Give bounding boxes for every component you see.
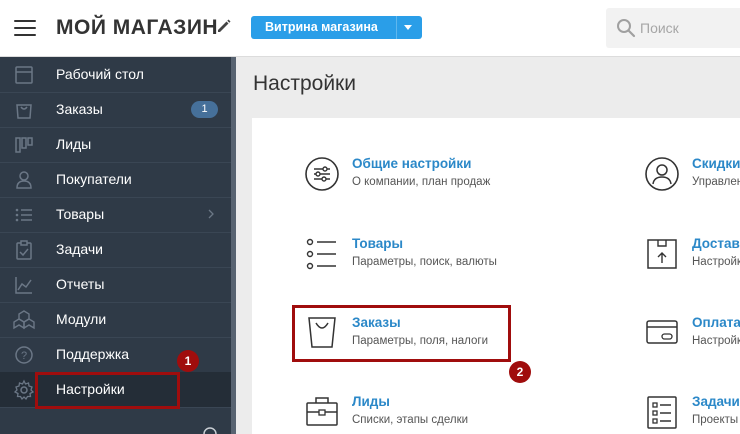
dashboard-icon bbox=[15, 66, 33, 84]
setting-description: Списки, этапы сделки bbox=[352, 414, 469, 426]
sidebar-item-label: Отчеты bbox=[56, 276, 105, 292]
sidebar-item-modules[interactable]: Модули bbox=[0, 302, 231, 337]
user-circle-icon bbox=[645, 157, 679, 191]
setting-title[interactable]: Общие настройки bbox=[352, 156, 471, 171]
setting-delivery[interactable]: Доставка Настройки bbox=[644, 236, 740, 276]
settings-icon bbox=[13, 379, 35, 401]
setting-title[interactable]: Скидки bbox=[692, 156, 740, 171]
setting-title[interactable]: Лиды bbox=[352, 394, 390, 409]
step-2-badge: 2 bbox=[509, 361, 531, 383]
sidebar-scrollbar[interactable] bbox=[231, 57, 236, 434]
settings-panel: Общие настройки О компании, план продаж … bbox=[252, 118, 740, 434]
hamburger-menu-icon[interactable] bbox=[14, 20, 36, 36]
top-bar: МОЙ МАГАЗИН Витрина магазина bbox=[0, 0, 740, 57]
sidebar-item-label: Рабочий стол bbox=[56, 66, 144, 82]
partial-circle-icon bbox=[203, 427, 217, 434]
briefcase-icon bbox=[306, 397, 338, 426]
modules-icon bbox=[13, 310, 35, 330]
box-icon bbox=[647, 239, 677, 269]
orders-highlight-box bbox=[292, 305, 511, 362]
setting-tasks[interactable]: Задачи Проекты bbox=[644, 394, 740, 434]
sidebar-item-label: Модули bbox=[56, 311, 107, 327]
sidebar-item-label: Покупатели bbox=[56, 171, 132, 187]
page-title: Настройки bbox=[253, 72, 356, 95]
setting-description: Проекты bbox=[692, 414, 739, 426]
setting-general[interactable]: Общие настройки О компании, план продаж bbox=[304, 156, 524, 196]
checklist-icon bbox=[647, 396, 677, 429]
store-title: МОЙ МАГАЗИН bbox=[56, 16, 219, 39]
products-icon bbox=[15, 208, 32, 222]
pencil-icon[interactable] bbox=[216, 18, 232, 34]
setting-description: Параметры, поиск, валюты bbox=[352, 256, 497, 268]
reports-icon bbox=[15, 277, 32, 294]
setting-leads[interactable]: Лиды Списки, этапы сделки bbox=[304, 394, 524, 434]
storefront-label: Витрина магазина bbox=[265, 20, 378, 34]
storefront-dropdown-button[interactable]: Витрина магазина bbox=[251, 16, 422, 39]
setting-title[interactable]: Оплата bbox=[692, 315, 740, 330]
leads-icon bbox=[15, 137, 33, 153]
list-icon bbox=[306, 238, 336, 270]
sidebar-item-dashboard[interactable]: Рабочий стол bbox=[0, 57, 231, 92]
sidebar-item-label: Задачи bbox=[56, 241, 104, 257]
card-icon bbox=[646, 320, 678, 344]
setting-description: Настройки bbox=[692, 335, 740, 347]
sidebar-item-reports[interactable]: Отчеты bbox=[0, 267, 231, 302]
orders-count-badge: 1 bbox=[191, 101, 218, 118]
sidebar-item-label: Лиды bbox=[56, 136, 92, 152]
sidebar-item-label: Товары bbox=[56, 206, 105, 222]
search-input[interactable] bbox=[640, 18, 736, 38]
sidebar-item-orders[interactable]: Заказы 1 bbox=[0, 92, 231, 127]
search-box[interactable] bbox=[606, 8, 740, 48]
customers-icon bbox=[16, 171, 32, 189]
search-icon bbox=[617, 19, 636, 38]
sidebar-item-label: Заказы bbox=[56, 101, 103, 117]
setting-discounts[interactable]: Скидки Управление bbox=[644, 156, 740, 196]
setting-title[interactable]: Задачи bbox=[692, 394, 740, 409]
sidebar-item-products[interactable]: Товары bbox=[0, 197, 231, 232]
setting-title[interactable]: Доставка bbox=[692, 236, 740, 251]
sidebar-item-label: Поддержка bbox=[56, 346, 130, 362]
setting-description: О компании, план продаж bbox=[352, 176, 491, 188]
setting-payment[interactable]: Оплата Настройки bbox=[644, 315, 740, 355]
setting-description: Настройки bbox=[692, 256, 740, 268]
chevron-right-icon bbox=[208, 209, 214, 219]
step-1-badge: 1 bbox=[177, 350, 199, 372]
svg-text:?: ? bbox=[21, 350, 27, 362]
sidebar-item-leads[interactable]: Лиды bbox=[0, 127, 231, 162]
setting-title[interactable]: Товары bbox=[352, 236, 403, 251]
sidebar-item-customers[interactable]: Покупатели bbox=[0, 162, 231, 197]
orders-icon bbox=[16, 104, 32, 119]
caret-down-icon bbox=[404, 25, 412, 30]
tasks-icon bbox=[16, 240, 32, 260]
support-icon: ? bbox=[15, 346, 33, 364]
setting-products[interactable]: Товары Параметры, поиск, валюты bbox=[304, 236, 524, 276]
sliders-icon bbox=[305, 157, 339, 191]
settings-highlight-box bbox=[35, 372, 180, 409]
sidebar-item-tasks[interactable]: Задачи bbox=[0, 232, 231, 267]
setting-description: Управление bbox=[692, 176, 740, 188]
